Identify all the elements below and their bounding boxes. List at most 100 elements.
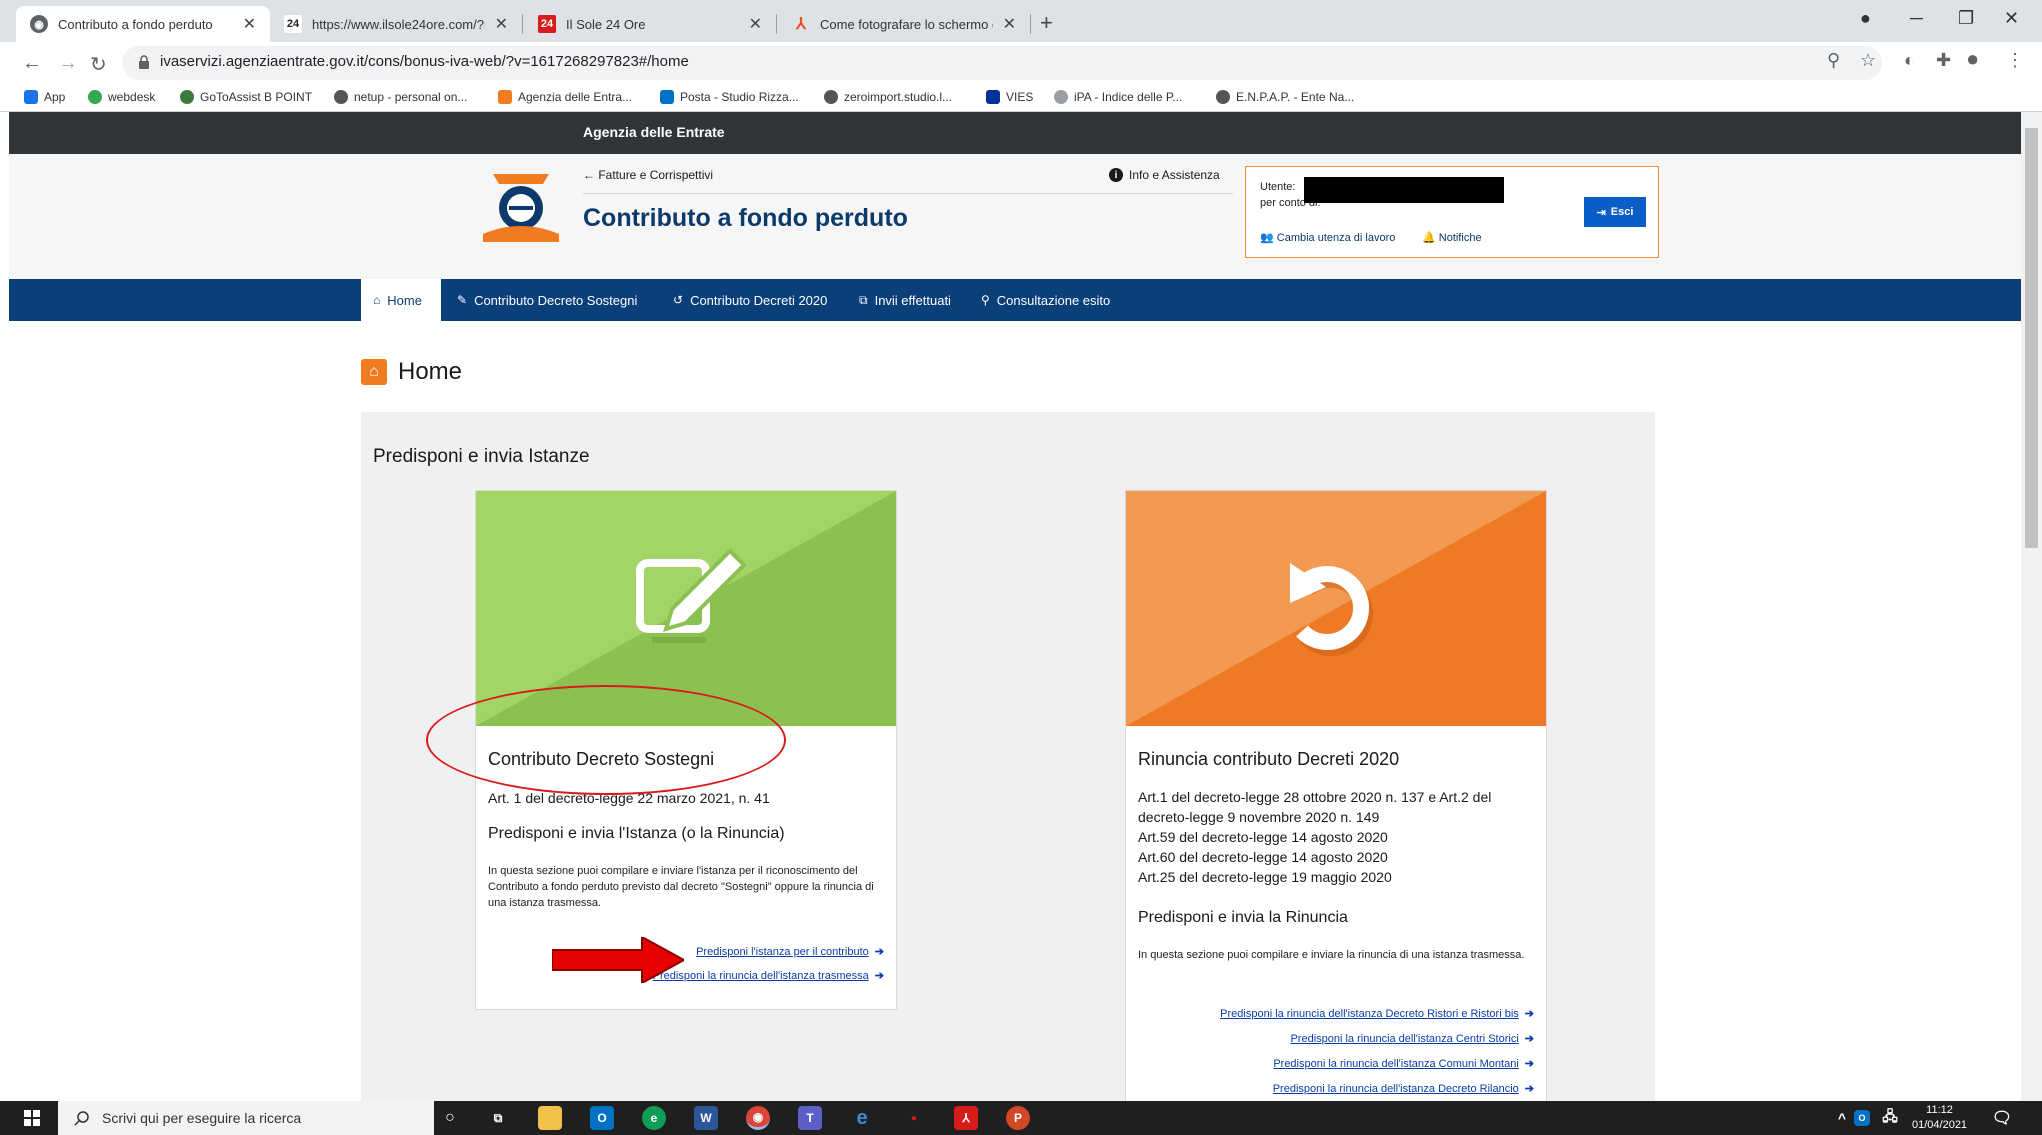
home-icon: ⌂ <box>361 359 387 385</box>
info-icon: i <box>1109 168 1123 182</box>
edit-icon: ✎ <box>457 293 468 307</box>
windows-start-icon[interactable] <box>24 1110 40 1126</box>
bookmark-enpap[interactable]: E.N.P.A.P. - Ente Na... <box>1216 90 1354 104</box>
file-explorer-icon[interactable] <box>538 1106 562 1130</box>
logout-button[interactable]: ⇥ Esci <box>1584 197 1646 227</box>
notifications-link[interactable]: 🔔 Notifiche <box>1422 231 1482 244</box>
user-box: Utente: per conto di: 👥 Cambia utenza di… <box>1245 166 1659 258</box>
bookmarks-bar: App webdesk GoToAssist B POINT netup - p… <box>0 86 2042 112</box>
bookmark-ipa[interactable]: iPA - Indice delle P... <box>1054 90 1182 104</box>
bookmark-zeroimport[interactable]: zeroimport.studio.l... <box>824 90 952 104</box>
redacted-user-id <box>1304 177 1504 203</box>
zoom-icon[interactable]: ⚲ <box>1827 50 1840 71</box>
close-tab-icon[interactable]: ✕ <box>243 14 256 34</box>
windows-taskbar: Scrivi qui per eseguire la ricerca ○ ⧉ O… <box>0 1101 2042 1135</box>
agenzia-entrate-icon <box>498 90 512 104</box>
agency-name: Agenzia delle Entrate <box>583 124 725 140</box>
close-tab-icon[interactable]: ✕ <box>1003 14 1016 34</box>
bookmark-posta[interactable]: Posta - Studio Rizza... <box>660 90 799 104</box>
card-reference: Art.1 del decreto-legge 28 ottobre 2020 … <box>1138 787 1491 887</box>
profile-dot-icon[interactable]: ● <box>1860 8 1871 29</box>
reference-line: Art.1 del decreto-legge 28 ottobre 2020 … <box>1138 789 1492 805</box>
sole24-red-icon: 24 <box>538 15 556 33</box>
rinuncia-decreto-rilancio-link[interactable]: Predisponi la rinuncia dell'istanza Decr… <box>1273 1082 1534 1095</box>
chrome-icon[interactable]: ◉ <box>746 1106 770 1130</box>
rinuncia-comuni-montani-link[interactable]: Predisponi la rinuncia dell'istanza Comu… <box>1273 1057 1534 1070</box>
predisponi-rinuncia-link[interactable]: Predisponi la rinuncia dell'istanza tras… <box>653 969 884 982</box>
card-hero-orange <box>1126 491 1546 726</box>
cortana-icon[interactable]: ○ <box>438 1106 462 1130</box>
rinuncia-ristori-link[interactable]: Predisponi la rinuncia dell'istanza Decr… <box>1220 1007 1534 1020</box>
annotation-arrow-icon <box>552 937 684 983</box>
browser-tab-ilsole-url[interactable]: 24 https://www.ilsole24ore.com/?ref ✕ <box>270 6 522 42</box>
browser-tab-contributo[interactable]: ◉ Contributo a fondo perduto ✕ <box>16 6 270 42</box>
arrow-right-icon: ➔ <box>874 970 884 982</box>
taskbar-search-box[interactable]: Scrivi qui per eseguire la ricerca <box>58 1101 434 1135</box>
globe-icon <box>334 90 348 104</box>
globe-icon <box>824 90 838 104</box>
bookmark-gotoassist[interactable]: GoToAssist B POINT <box>180 90 312 104</box>
acrobat-icon[interactable]: ⅄ <box>954 1106 978 1130</box>
nav-home[interactable]: ⌂ Home <box>361 279 441 321</box>
card-description: In questa sezione puoi compilare e invia… <box>1138 949 1525 961</box>
edge-icon[interactable]: e <box>642 1106 666 1130</box>
arrow-right-icon: ➔ <box>1524 1033 1534 1045</box>
powerpoint-icon[interactable]: P <box>1006 1106 1030 1130</box>
red-dot-icon[interactable]: ● <box>902 1106 926 1130</box>
tab-separator <box>522 14 523 34</box>
tray-outlook-icon[interactable]: O <box>1854 1110 1870 1126</box>
teams-icon[interactable]: T <box>798 1106 822 1130</box>
sign-out-icon: ⇥ <box>1596 206 1606 219</box>
card-subtitle: Predisponi e invia la Rinuncia <box>1138 909 1348 926</box>
bookmark-app[interactable]: App <box>24 90 65 104</box>
nav-invii-effettuati[interactable]: ⧉ Invii effettuati <box>847 279 963 321</box>
notifications-center-icon[interactable]: 🗨 <box>1990 1106 2014 1130</box>
nav-decreto-sostegni[interactable]: ✎ Contributo Decreto Sostegni <box>445 279 649 321</box>
card-subtitle: Predisponi e invia l'Istanza (o la Rinun… <box>488 825 785 842</box>
nav-consultazione-esito[interactable]: ⚲ Consultazione esito <box>969 279 1122 321</box>
forward-arrow-icon[interactable]: → <box>58 52 78 75</box>
browser-tab-fotografare[interactable]: ⅄ Come fotografare lo schermo de ✕ <box>778 6 1030 42</box>
network-icon[interactable]: 🖧 <box>1878 1106 1902 1130</box>
close-tab-icon[interactable]: ✕ <box>749 14 762 34</box>
scrollbar-thumb[interactable] <box>2025 128 2038 548</box>
account-icon[interactable]: ● <box>1966 46 1979 72</box>
page-scrollbar[interactable] <box>2021 112 2042 1101</box>
change-user-link[interactable]: 👥 Cambia utenza di lavoro <box>1260 231 1395 244</box>
arrow-right-icon: ➔ <box>1524 1058 1534 1070</box>
bookmark-star-icon[interactable]: ☆ <box>1860 50 1876 71</box>
outlook-icon[interactable]: O <box>590 1106 614 1130</box>
predisponi-istanza-link[interactable]: Predisponi l'istanza per il contributo ➔ <box>696 945 884 958</box>
restore-button[interactable]: ❐ <box>1958 8 1974 29</box>
info-link[interactable]: i Info e Assistenza <box>1109 168 1220 182</box>
header-divider <box>583 193 1233 194</box>
nav-decreti-2020[interactable]: ↺ Contributo Decreti 2020 <box>661 279 839 321</box>
search-icon: ⚲ <box>981 293 990 307</box>
word-icon[interactable]: W <box>694 1106 718 1130</box>
back-arrow-icon[interactable]: ← <box>22 52 42 75</box>
agenzia-logo-icon <box>483 174 559 242</box>
reload-icon[interactable]: ↻ <box>90 52 107 77</box>
bookmark-webdesk[interactable]: webdesk <box>88 90 155 104</box>
card-description: In questa sezione puoi compilare e invia… <box>488 865 874 909</box>
bookmark-netup[interactable]: netup - personal on... <box>334 90 467 104</box>
extensions-puzzle-icon[interactable]: ✚ <box>1936 50 1951 71</box>
close-window-button[interactable]: ✕ <box>2004 8 2019 29</box>
browser-tab-ilsole[interactable]: 24 Il Sole 24 Ore ✕ <box>524 6 776 42</box>
reference-line: Art.59 del decreto-legge 14 agosto 2020 <box>1138 829 1388 845</box>
bookmark-agenzia[interactable]: Agenzia delle Entra... <box>498 90 632 104</box>
arrow-right-icon: ➔ <box>1524 1008 1534 1020</box>
task-view-icon[interactable]: ⧉ <box>486 1106 510 1130</box>
minimize-button[interactable]: ─ <box>1910 8 1923 29</box>
internet-explorer-icon[interactable]: e <box>850 1106 874 1130</box>
fatture-back-link[interactable]: ← Fatture e Corrispettivi <box>583 168 713 182</box>
new-tab-button[interactable]: + <box>1040 10 1053 36</box>
taskbar-clock[interactable]: 11:12 01/04/2021 <box>1912 1103 1967 1133</box>
menu-kebab-icon[interactable]: ⋮ <box>2006 50 2024 71</box>
bookmark-vies[interactable]: VIES <box>986 90 1033 104</box>
url-text[interactable]: ivaservizi.agenziaentrate.gov.it/cons/bo… <box>160 53 689 70</box>
close-tab-icon[interactable]: ✕ <box>495 14 508 34</box>
tray-chevron-icon[interactable]: ^ <box>1830 1106 1854 1130</box>
extension-circle-icon[interactable]: ◐ <box>1904 50 1915 71</box>
rinuncia-centri-storici-link[interactable]: Predisponi la rinuncia dell'istanza Cent… <box>1290 1032 1534 1045</box>
